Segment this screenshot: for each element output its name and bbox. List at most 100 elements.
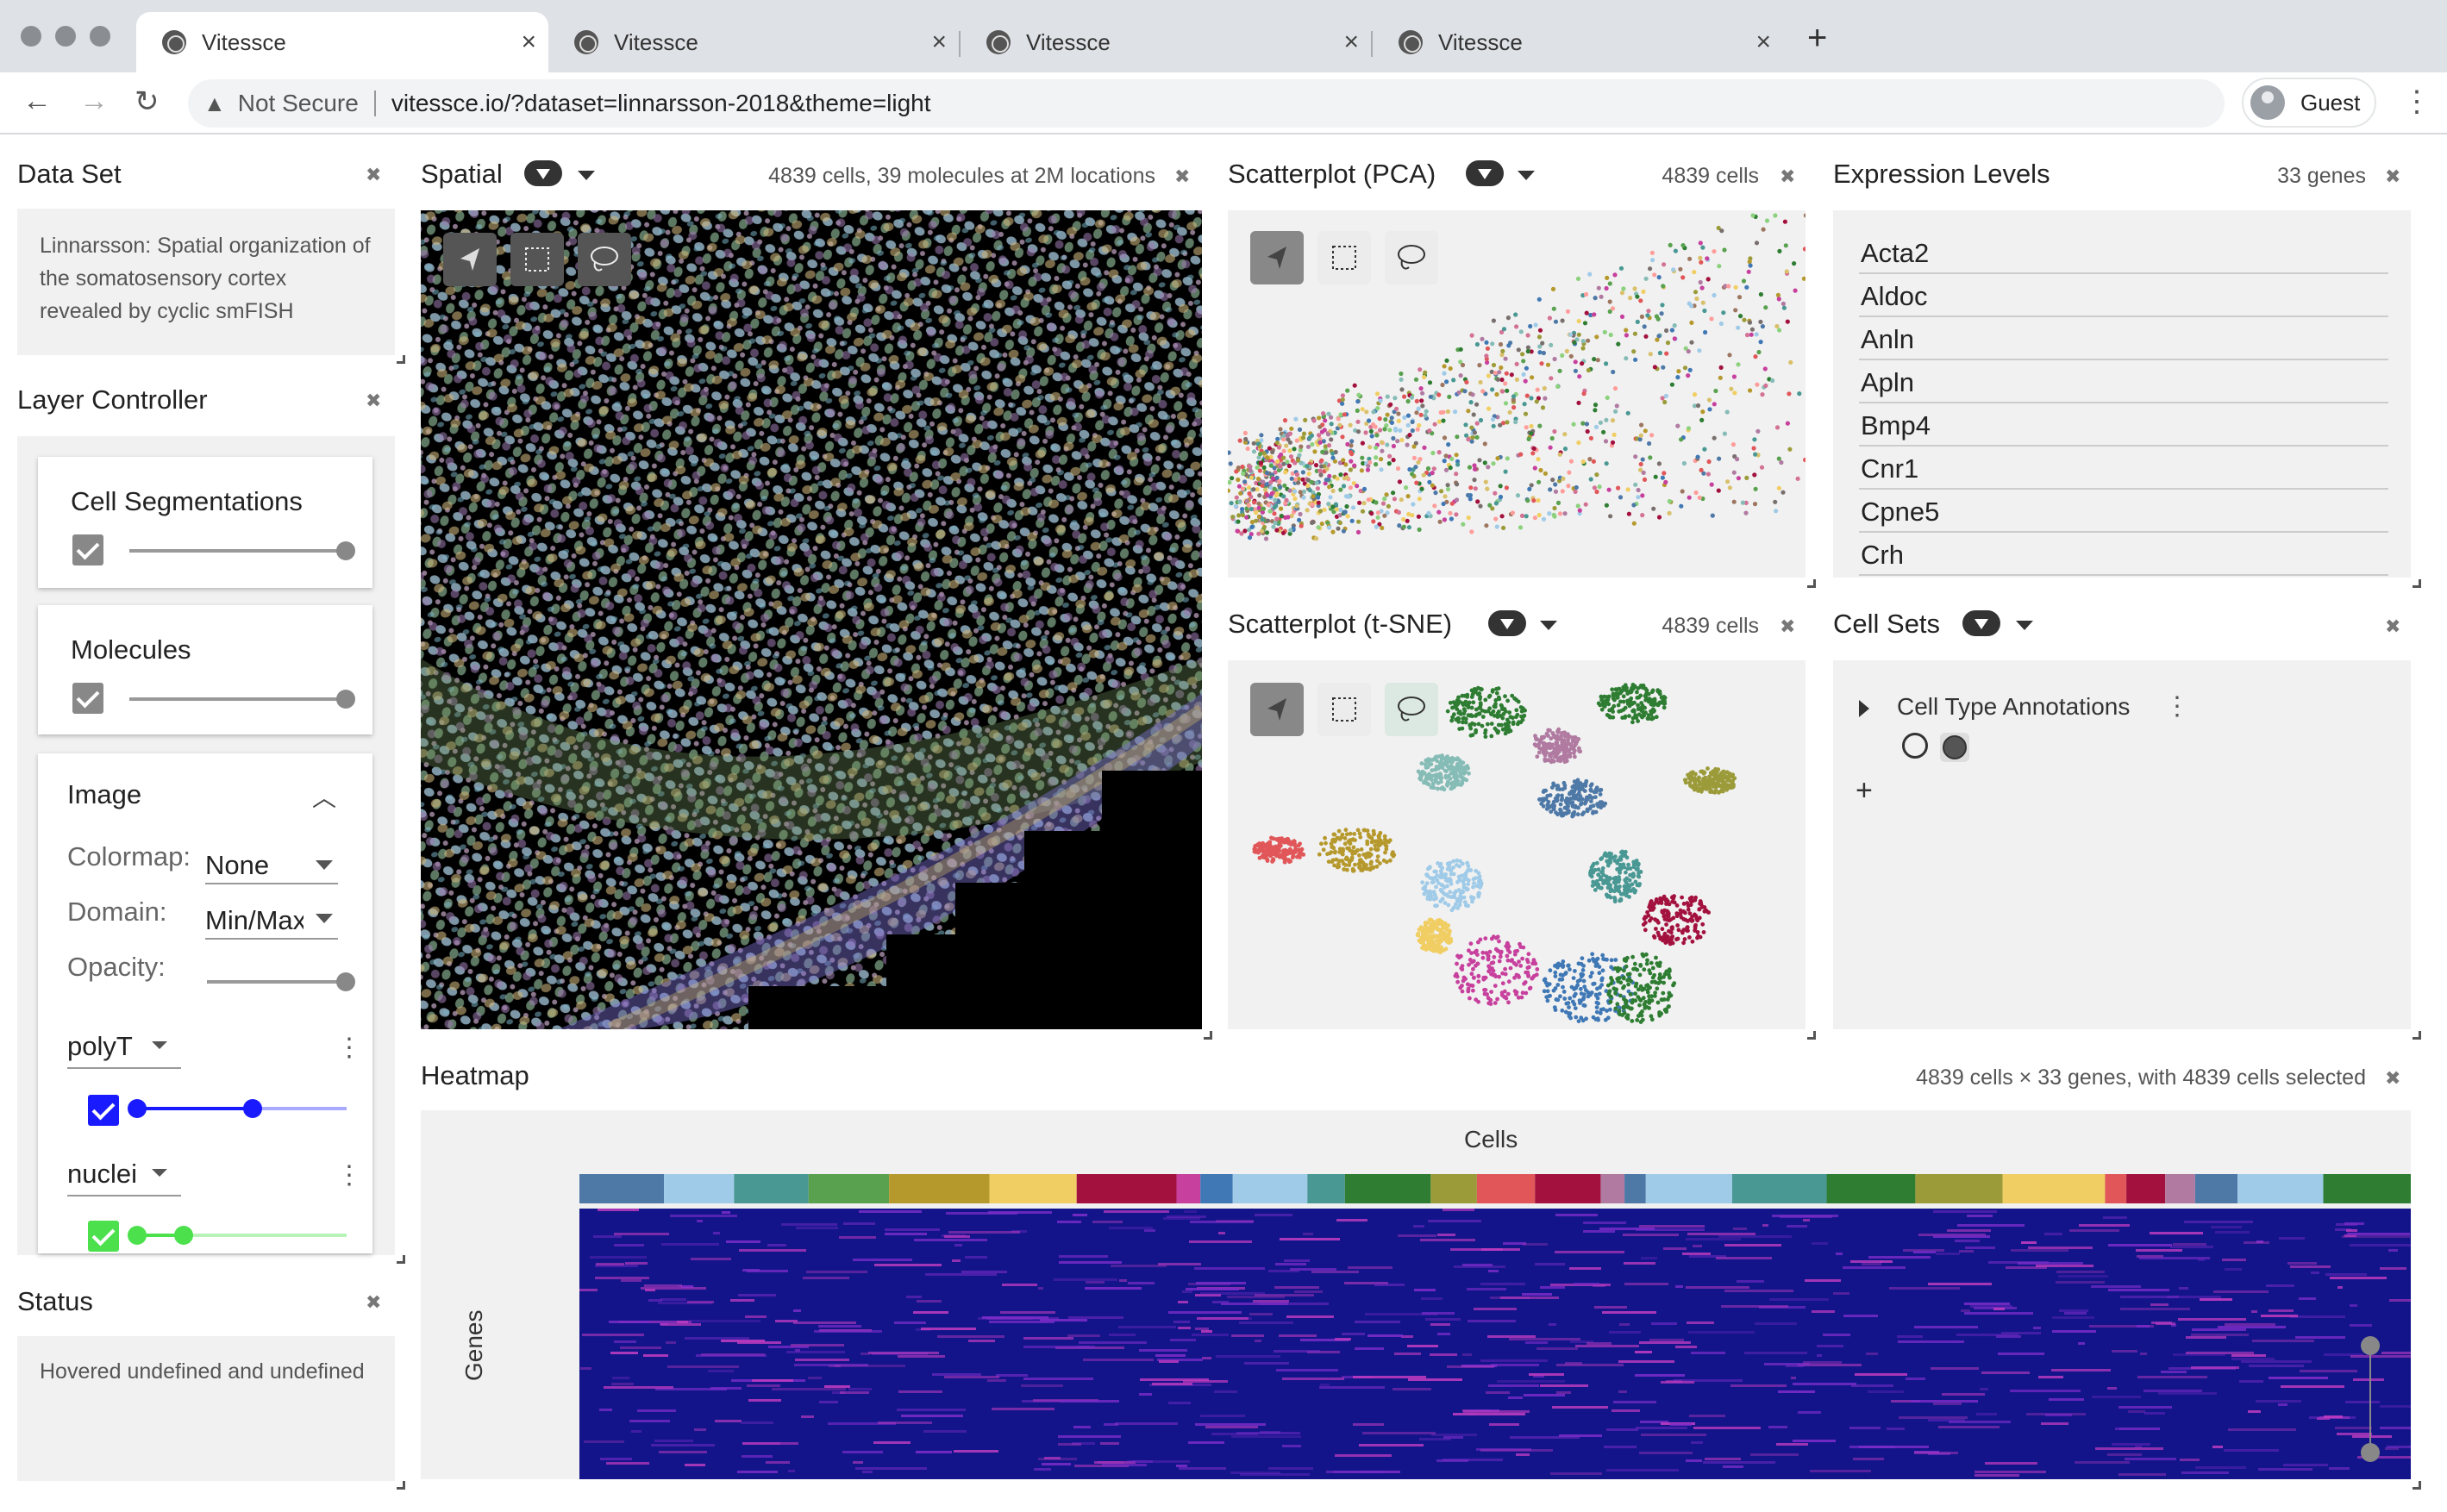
range-thumb-high[interactable] [174, 1226, 193, 1245]
reload-icon[interactable]: ↻ [135, 84, 160, 119]
layer-opacity-slider[interactable] [129, 549, 345, 553]
profile-button[interactable]: Guest [2242, 78, 2376, 128]
resize-handle[interactable] [397, 1481, 405, 1490]
layer-opacity-slider[interactable] [129, 697, 345, 701]
close-panel-icon[interactable]: ✖ [366, 164, 381, 186]
channel-select-nuclei[interactable]: nuclei [67, 1159, 181, 1196]
expand-triangle-icon[interactable] [1859, 700, 1869, 717]
gene-item[interactable]: Bmp4 [1859, 403, 2388, 447]
layer-visible-checkbox[interactable] [72, 534, 103, 565]
spatial-canvas[interactable] [421, 210, 1202, 1029]
resize-handle[interactable] [2413, 1031, 2421, 1040]
tree-options-icon[interactable]: ⋮ [2164, 691, 2190, 722]
dropdown-caret-icon[interactable] [2016, 621, 2033, 630]
tsne-scatter-canvas[interactable] [1228, 660, 1806, 1029]
close-tab-icon[interactable]: × [931, 28, 947, 57]
maximize-window-icon[interactable] [90, 26, 110, 47]
resize-handle[interactable] [397, 1255, 405, 1264]
address-bar[interactable]: ▲ Not Secure vitessce.io/?dataset=linnar… [188, 79, 2225, 128]
download-cloud-icon[interactable] [1962, 610, 2000, 636]
tsne-view[interactable] [1228, 660, 1806, 1029]
resize-handle[interactable] [1204, 1031, 1212, 1040]
download-cloud-icon[interactable] [524, 160, 562, 186]
tab-1[interactable]: Vitessce × [136, 12, 548, 72]
slider-thumb[interactable] [336, 972, 355, 991]
gene-item[interactable]: Aldoc [1859, 274, 2388, 317]
checked-radio-icon[interactable] [1940, 733, 1969, 762]
close-panel-icon[interactable]: ✖ [2385, 615, 2400, 638]
resize-handle[interactable] [2413, 579, 2421, 588]
navigate-tool-button[interactable] [1250, 683, 1304, 736]
back-arrow-icon[interactable]: ← [22, 84, 52, 118]
tab-4[interactable]: Vitessce × [1373, 12, 1783, 72]
minimize-window-icon[interactable] [55, 26, 76, 47]
heatmap-view[interactable]: Cells Genes [421, 1110, 2411, 1479]
close-tab-icon[interactable]: × [1343, 28, 1359, 57]
channel-select-polyT[interactable]: polyT [67, 1031, 181, 1069]
heatmap-cell [738, 1294, 776, 1296]
resize-handle[interactable] [1807, 1031, 1816, 1040]
gene-item[interactable]: Anln [1859, 317, 2388, 360]
gene-item[interactable]: Apln [1859, 360, 2388, 403]
pca-view[interactable] [1228, 210, 1806, 578]
rectangle-select-button[interactable] [1317, 231, 1371, 284]
range-thumb-high[interactable] [243, 1099, 262, 1118]
tab-2[interactable]: Vitessce × [548, 12, 959, 72]
slider-thumb[interactable] [336, 690, 355, 709]
pca-scatter-canvas[interactable] [1228, 210, 1806, 578]
image-opacity-slider[interactable] [207, 980, 345, 984]
resize-handle[interactable] [1807, 579, 1816, 588]
scatter-point [1335, 476, 1340, 481]
channel-options-icon[interactable]: ⋮ [336, 1033, 362, 1063]
slider-thumb[interactable] [336, 541, 355, 560]
close-panel-icon[interactable]: ✖ [1174, 166, 1190, 188]
close-panel-icon[interactable]: ✖ [2385, 166, 2400, 188]
unselected-radio-icon[interactable] [1902, 733, 1928, 759]
layer-visible-checkbox[interactable] [72, 683, 103, 714]
spatial-view[interactable] [421, 210, 1202, 1029]
new-tab-button[interactable]: + [1807, 19, 1827, 58]
gene-item[interactable]: Cnr1 [1859, 447, 2388, 490]
resize-handle[interactable] [2413, 1481, 2421, 1490]
close-window-icon[interactable] [21, 26, 41, 47]
lasso-select-button[interactable] [1385, 231, 1438, 284]
navigate-tool-button[interactable] [443, 233, 497, 286]
zoom-slider-track[interactable] [2369, 1345, 2371, 1452]
zoom-slider-thumb[interactable] [2361, 1443, 2380, 1462]
lasso-select-button[interactable] [1385, 683, 1438, 736]
download-cloud-icon[interactable] [1488, 610, 1526, 636]
close-panel-icon[interactable]: ✖ [1780, 615, 1795, 638]
download-cloud-icon[interactable] [1466, 160, 1504, 186]
close-tab-icon[interactable]: × [1755, 28, 1771, 57]
channel-visible-checkbox[interactable] [88, 1221, 119, 1252]
more-menu-icon[interactable]: ⋮ [2402, 84, 2431, 119]
rectangle-select-button[interactable] [1317, 683, 1371, 736]
close-panel-icon[interactable]: ✖ [366, 1291, 381, 1314]
lasso-select-button[interactable] [578, 233, 631, 286]
channel-options-icon[interactable]: ⋮ [336, 1160, 362, 1190]
dropdown-caret-icon[interactable] [578, 171, 595, 180]
gene-item[interactable]: Acta2 [1859, 231, 2388, 274]
collapse-chevron-icon[interactable]: ︿ [312, 779, 336, 814]
resize-handle[interactable] [397, 355, 405, 364]
cell-set-tree-label[interactable]: Cell Type Annotations [1897, 693, 2130, 721]
dropdown-caret-icon[interactable] [1518, 171, 1535, 180]
scatter-point [1263, 536, 1269, 541]
gene-item[interactable]: Cpne5 [1859, 490, 2388, 533]
forward-arrow-icon[interactable]: → [79, 84, 109, 118]
gene-item[interactable]: Crh [1859, 533, 2388, 576]
channel-visible-checkbox[interactable] [88, 1095, 119, 1126]
range-thumb-low[interactable] [128, 1099, 147, 1118]
close-panel-icon[interactable]: ✖ [1780, 166, 1795, 188]
url-text[interactable]: vitessce.io/?dataset=linnarsson-2018&the… [391, 90, 931, 117]
add-cell-set-button[interactable]: + [1856, 774, 1873, 808]
navigate-tool-button[interactable] [1250, 231, 1304, 284]
close-tab-icon[interactable]: × [521, 28, 536, 57]
heatmap-canvas[interactable] [579, 1174, 2411, 1479]
range-thumb-low[interactable] [128, 1226, 147, 1245]
close-panel-icon[interactable]: ✖ [2385, 1067, 2400, 1090]
rectangle-select-button[interactable] [510, 233, 564, 286]
close-panel-icon[interactable]: ✖ [366, 390, 381, 412]
tab-3[interactable]: Vitessce × [961, 12, 1371, 72]
zoom-slider-thumb[interactable] [2361, 1336, 2380, 1355]
